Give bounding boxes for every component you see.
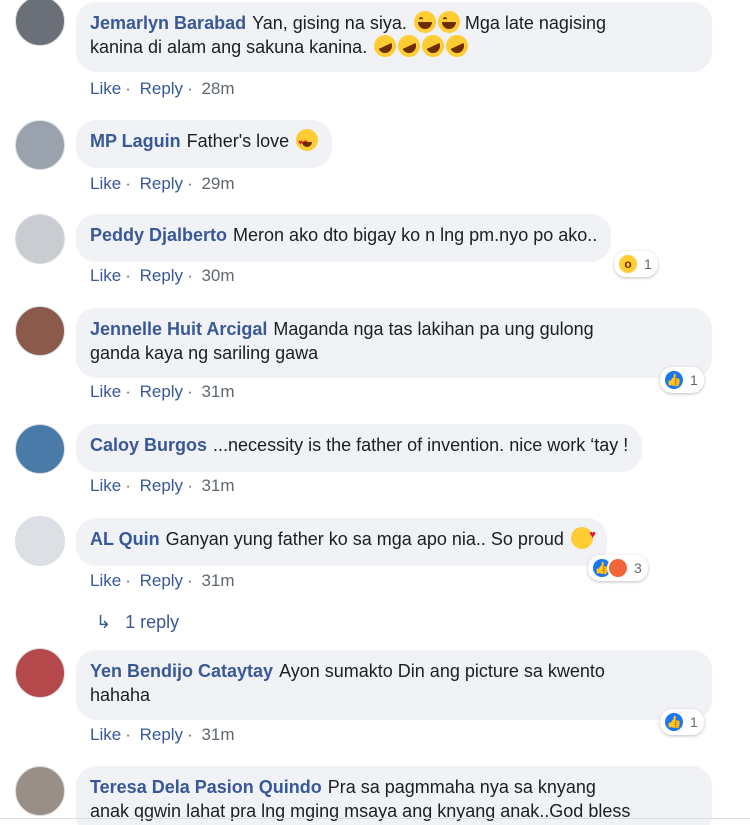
comment-author[interactable]: Jennelle Huit Arcigal xyxy=(90,319,267,339)
comment-actions: Like · Reply · 31m xyxy=(90,571,235,590)
smiling-hearts-emoji-icon xyxy=(570,523,596,549)
avatar[interactable] xyxy=(15,516,65,566)
comment-timestamp[interactable]: 29m xyxy=(201,174,234,193)
comment-bubble: Teresa Dela Pasion Quindo Pra sa pagmmaha… xyxy=(76,766,712,825)
rofl-emoji-icon xyxy=(394,31,424,61)
comment-timestamp[interactable]: 31m xyxy=(201,571,234,590)
reply-button[interactable]: Reply xyxy=(140,476,183,495)
comment-bubble: Jemarlyn Barabad Yan, gising na siya. Mga… xyxy=(76,2,712,72)
comment-author[interactable]: Caloy Burgos xyxy=(90,435,207,455)
comment-text: Meron ako dto bigay ko n lng pm.nyo po a… xyxy=(233,225,598,245)
comment-timestamp[interactable]: 31m xyxy=(201,725,234,744)
comment-author[interactable]: Peddy Djalberto xyxy=(90,225,227,245)
avatar[interactable] xyxy=(15,424,65,474)
like-button[interactable]: Like xyxy=(90,571,121,590)
reply-arrow-icon: ↳ xyxy=(96,612,112,632)
divider xyxy=(0,818,750,819)
comment-timestamp[interactable]: 31m xyxy=(201,382,234,401)
avatar[interactable] xyxy=(15,214,65,264)
avatar[interactable] xyxy=(15,306,65,356)
reply-button[interactable]: Reply xyxy=(140,571,183,590)
comment-text: ...necessity is the father of invention.… xyxy=(213,435,629,455)
like-button[interactable]: Like xyxy=(90,174,121,193)
comment-bubble: Peddy Djalberto Meron ako dto bigay ko n … xyxy=(76,214,612,262)
reaction-count: 3 xyxy=(634,560,642,576)
rofl-emoji-icon xyxy=(370,31,400,61)
comment-timestamp[interactable]: 30m xyxy=(201,266,234,285)
comment-actions: Like · Reply · 30m xyxy=(90,266,235,285)
comment-author[interactable]: Yen Bendijo Cataytay xyxy=(90,661,273,681)
laughing-emoji-icon xyxy=(437,11,460,33)
heart-eyes-emoji-icon xyxy=(296,129,319,155)
comment-timestamp[interactable]: 28m xyxy=(201,79,234,98)
comment-text: Father's love xyxy=(186,131,290,151)
reaction-summary[interactable]: 👍 1 xyxy=(660,367,704,393)
reaction-count: 1 xyxy=(644,256,652,272)
avatar[interactable] xyxy=(15,766,65,816)
comment-text: Ganyan yung father ko sa mga apo nia.. S… xyxy=(165,529,564,549)
comment-actions: Like · Reply · 31m xyxy=(90,725,235,744)
like-button[interactable]: Like xyxy=(90,79,121,98)
reply-button[interactable]: Reply xyxy=(140,79,183,98)
wow-icon: o xyxy=(617,253,639,275)
comment-author[interactable]: AL Quin xyxy=(90,529,160,549)
reply-button[interactable]: Reply xyxy=(140,266,183,285)
reaction-summary[interactable]: 👍 3 xyxy=(588,555,648,581)
comment-actions: Like · Reply · 31m xyxy=(90,476,235,495)
comment-actions: Like · Reply · 31m xyxy=(90,382,235,401)
reaction-summary[interactable]: 👍 1 xyxy=(660,709,704,735)
comment-text: Mga late nagising xyxy=(464,13,606,33)
avatar[interactable] xyxy=(15,120,65,170)
comment-text: Yan, gising na siya. xyxy=(252,13,407,33)
reply-button[interactable]: Reply xyxy=(140,382,183,401)
comment-bubble: Caloy Burgos ...necessity is the father o… xyxy=(76,424,643,472)
like-button[interactable]: Like xyxy=(90,266,121,285)
like-icon: 👍 xyxy=(663,711,685,733)
comment-bubble: Yen Bendijo Cataytay Ayon sumakto Din ang… xyxy=(76,650,712,720)
reaction-count: 1 xyxy=(690,372,698,388)
comment-text: Ayon sumakto Din ang picture sa kwento xyxy=(279,661,605,681)
comment-timestamp[interactable]: 31m xyxy=(201,476,234,495)
comment-bubble: AL Quin Ganyan yung father ko sa mga apo … xyxy=(76,518,607,566)
comment-text: Pra sa pagmmaha nya sa knyang xyxy=(327,777,596,797)
view-replies-link[interactable]: ↳ 1 reply xyxy=(96,612,179,633)
reaction-count: 1 xyxy=(690,714,698,730)
comment-bubble: MP Laguin Father's love xyxy=(76,120,333,168)
like-icon: 👍 xyxy=(663,369,685,391)
reply-button[interactable]: Reply xyxy=(140,725,183,744)
comment-actions: Like · Reply · 28m xyxy=(90,79,235,98)
laughing-emoji-icon xyxy=(413,11,436,33)
like-button[interactable]: Like xyxy=(90,382,121,401)
like-button[interactable]: Like xyxy=(90,476,121,495)
comment-text: Maganda nga tas lakihan pa ung gulong xyxy=(273,319,594,339)
comment-actions: Like · Reply · 29m xyxy=(90,174,235,193)
rofl-emoji-icon xyxy=(442,31,472,61)
replies-count[interactable]: 1 reply xyxy=(125,612,179,632)
comment-bubble: Jennelle Huit Arcigal Maganda nga tas lak… xyxy=(76,308,712,378)
comment-author[interactable]: MP Laguin xyxy=(90,131,181,151)
comment-text: ganda kaya ng sariling gawa xyxy=(90,343,319,363)
avatar[interactable] xyxy=(15,0,65,46)
angry-icon xyxy=(607,557,629,579)
comment-author[interactable]: Jemarlyn Barabad xyxy=(90,13,246,33)
comment-text: kanina di alam ang sakuna kanina. xyxy=(90,37,368,57)
like-button[interactable]: Like xyxy=(90,725,121,744)
comment-text: hahaha xyxy=(90,685,151,705)
reaction-summary[interactable]: o 1 xyxy=(614,251,658,277)
reply-button[interactable]: Reply xyxy=(140,174,183,193)
comment-author[interactable]: Teresa Dela Pasion Quindo xyxy=(90,777,322,797)
avatar[interactable] xyxy=(15,648,65,698)
rofl-emoji-icon xyxy=(418,31,448,61)
